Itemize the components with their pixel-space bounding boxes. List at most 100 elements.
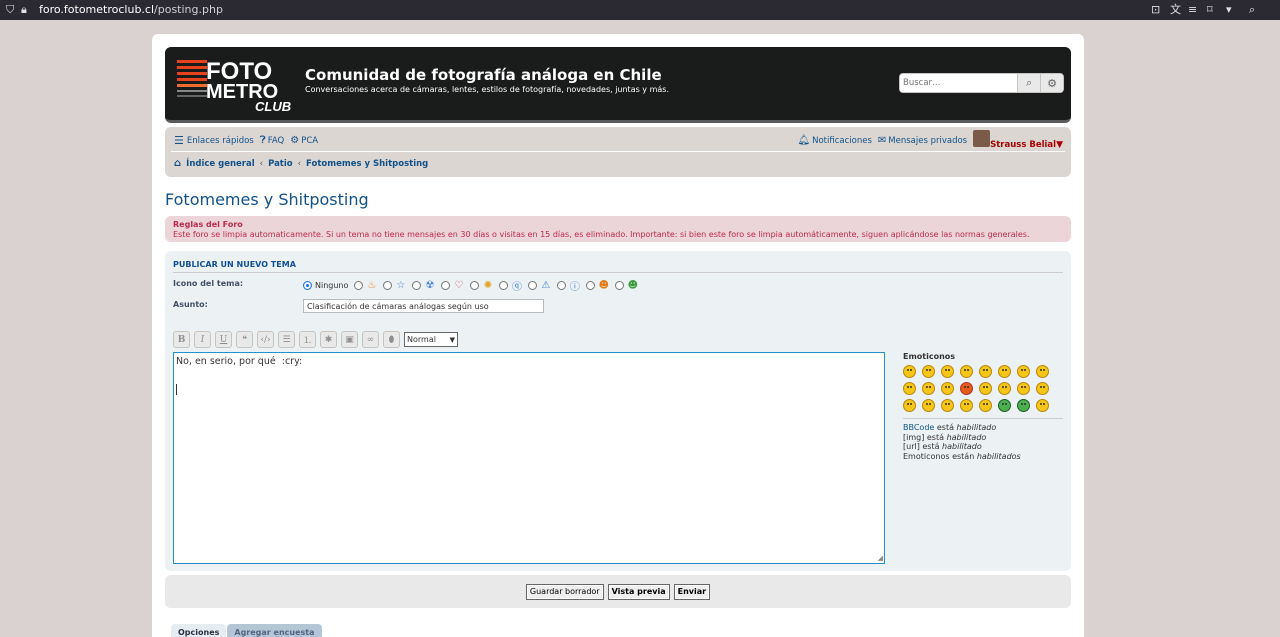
image-button[interactable]: ▣	[341, 331, 358, 348]
font-size-select[interactable]: Normal ▼	[404, 332, 458, 347]
smiley-icon[interactable]	[998, 365, 1011, 378]
bbcode-status-text: está	[934, 423, 957, 432]
code-button[interactable]: ‹/›	[257, 331, 274, 348]
breadcrumb-separator: ‹	[297, 158, 302, 169]
bookmark-icon[interactable]: ⌑	[1207, 3, 1213, 17]
advanced-search-button[interactable]: ⚙	[1040, 74, 1063, 92]
smiley-icon[interactable]	[998, 382, 1011, 395]
topic-icon-radio[interactable]	[383, 281, 393, 290]
smiley-icon[interactable]	[941, 382, 954, 395]
search-icon[interactable]: ⌕	[1249, 3, 1255, 17]
bold-button[interactable]: B	[173, 331, 190, 348]
private-messages-label: Mensajes privados	[888, 135, 968, 146]
reader-icon[interactable]: ≡	[1188, 3, 1197, 17]
color-button[interactable]: ⬮	[383, 331, 400, 348]
search-input[interactable]	[900, 74, 1018, 92]
breadcrumb-forum[interactable]: Fotomemes y Shitposting	[306, 159, 428, 169]
smiley-icon[interactable]	[941, 365, 954, 378]
quote-button[interactable]: ❝	[236, 331, 253, 348]
breadcrumb-patio[interactable]: Patio	[268, 159, 293, 169]
smiley-icon[interactable]	[903, 365, 916, 378]
lock-icon[interactable]: 🔒︎	[21, 3, 27, 17]
submit-button[interactable]: Enviar	[673, 583, 711, 600]
tab-options[interactable]: Opciones	[171, 624, 227, 637]
page-title[interactable]: Fotomemes y Shitposting	[165, 190, 369, 209]
font-size-value: Normal	[407, 335, 436, 344]
dropdown-icon[interactable]: ▾	[1226, 3, 1232, 17]
translate-icon[interactable]: 文	[1170, 3, 1181, 17]
smiley-icon[interactable]	[1017, 382, 1030, 395]
url-path: /posting.php	[154, 3, 223, 16]
preview-button[interactable]: Vista previa	[607, 583, 670, 600]
topic-icon-radio[interactable]	[412, 281, 422, 290]
rules-text: Este foro se limpia automaticamente. Si …	[173, 230, 1030, 239]
smiley-icon[interactable]	[1017, 399, 1030, 412]
faq-link[interactable]: ❓︎ FAQ	[260, 135, 284, 146]
smiley-icon[interactable]	[903, 382, 916, 395]
user-menu[interactable]: Strauss Belial▼	[973, 130, 1063, 150]
underline-button[interactable]: U	[215, 331, 232, 348]
nav-links: ☰ Enlaces rápidos ❓︎ FAQ ⚙ PCA	[174, 133, 318, 148]
topic-icon-none-label: Ninguno	[315, 281, 349, 290]
smiley-icon[interactable]	[1036, 382, 1049, 395]
topic-icon-radio[interactable]	[615, 281, 625, 290]
bbcode-status: BBCode está habilitado	[903, 423, 1063, 433]
smiley-icon[interactable]	[960, 399, 973, 412]
rules-title: Reglas del Foro	[173, 220, 243, 229]
smilies-status: Emoticonos están habilitados	[903, 452, 1063, 462]
inbox-icon: ✉	[877, 134, 887, 146]
topic-icon-radio[interactable]	[528, 281, 538, 290]
topic-icon-radio-none[interactable]	[303, 281, 312, 290]
shield-icon[interactable]: ⛉	[6, 3, 14, 17]
smiley-icon[interactable]	[1036, 399, 1049, 412]
smiley-icon[interactable]	[903, 399, 916, 412]
smiley-icon[interactable]	[979, 365, 992, 378]
subject-input[interactable]	[303, 299, 544, 313]
url-domain: foro.fotometroclub.cl	[39, 3, 155, 16]
save-draft-button[interactable]: Guardar borrador	[525, 583, 604, 600]
smiley-icon[interactable]	[979, 382, 992, 395]
list-button[interactable]: ☰	[278, 331, 295, 348]
topic-icon-radio[interactable]	[470, 281, 480, 290]
smiley-icon[interactable]	[1036, 365, 1049, 378]
topic-icon-radio[interactable]	[441, 281, 451, 290]
quick-links-button[interactable]: ☰ Enlaces rápidos	[174, 134, 254, 147]
private-messages-link[interactable]: ✉ Mensajes privados	[878, 135, 967, 146]
breadcrumb-index[interactable]: Índice general	[186, 159, 254, 169]
smiley-icon[interactable]	[922, 399, 935, 412]
cogs-icon: ⚙	[290, 135, 300, 146]
topic-icon-radio[interactable]	[586, 281, 596, 290]
rss-icon[interactable]: ⊡	[1151, 3, 1160, 17]
ucp-link[interactable]: ⚙ PCA	[290, 135, 318, 146]
search-icon: ⌕	[1026, 76, 1033, 89]
user-links: 🔔︎ Notificaciones ✉ Mensajes privados Stra…	[797, 130, 1063, 150]
topic-icon-radio[interactable]	[354, 281, 364, 290]
warning-icon: ⚠	[541, 280, 551, 291]
url-field[interactable]: foro.fotometroclub.cl/posting.php	[39, 3, 223, 17]
bbcode-link[interactable]: BBCode	[903, 423, 934, 432]
menu-icon: ☰	[174, 134, 184, 147]
resize-handle-icon[interactable]: ◢	[878, 554, 883, 562]
ordered-list-button[interactable]: ⒈	[299, 331, 316, 348]
link-button[interactable]: ∞	[362, 331, 379, 348]
smiley-icon[interactable]	[960, 365, 973, 378]
topic-icon-radio[interactable]	[557, 281, 567, 290]
smiley-icon[interactable]	[941, 399, 954, 412]
smiley-icon[interactable]	[1017, 365, 1030, 378]
username: Strauss Belial	[990, 140, 1057, 150]
tab-add-poll[interactable]: Agregar encuesta	[227, 624, 322, 637]
smiley-icon[interactable]	[922, 382, 935, 395]
site-logo[interactable]: FOTO METRO CLUB	[177, 57, 297, 114]
message-textarea[interactable]: No, en serio, por qué :cry: ◢	[173, 352, 885, 564]
gear-icon: ⚙	[1047, 76, 1057, 90]
notifications-link[interactable]: 🔔︎ Notificaciones	[797, 135, 871, 146]
italic-button[interactable]: I	[194, 331, 211, 348]
smiley-icon[interactable]	[998, 399, 1011, 412]
smiley-icon[interactable]	[979, 399, 992, 412]
smiley-icon[interactable]	[922, 365, 935, 378]
search-button[interactable]: ⌕	[1017, 74, 1041, 92]
link-icon: ∞	[366, 334, 375, 345]
list-item-button[interactable]: ✱	[320, 331, 337, 348]
topic-icon-radio[interactable]	[499, 281, 509, 290]
smiley-icon[interactable]	[960, 382, 973, 395]
